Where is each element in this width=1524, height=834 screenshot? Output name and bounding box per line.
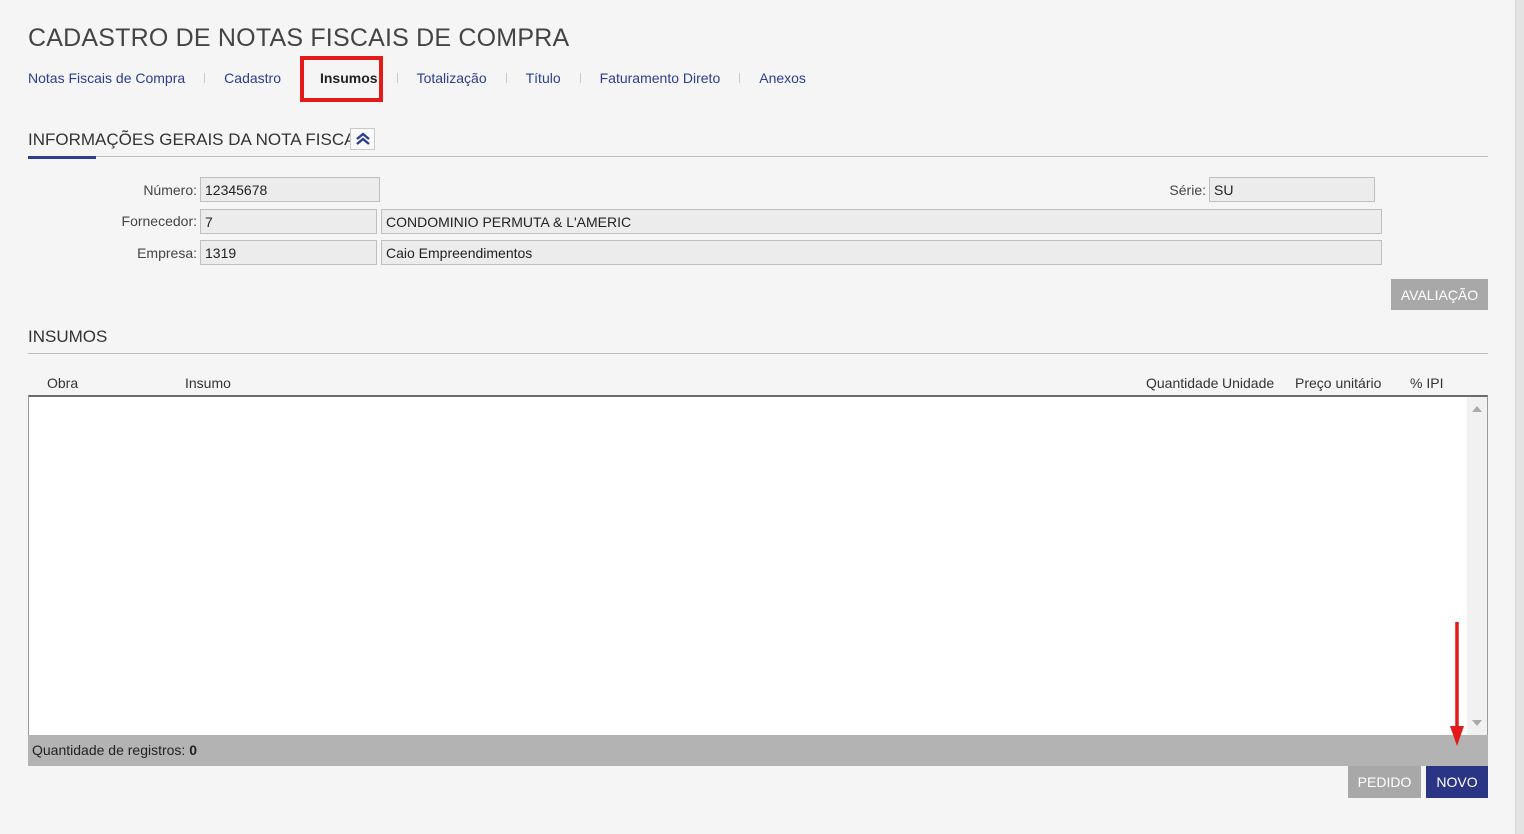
collapse-button[interactable] <box>350 128 375 150</box>
tab-titulo[interactable]: Título <box>526 70 561 86</box>
grid-footer: Quantidade de registros: 0 <box>28 735 1488 766</box>
general-info-heading: INFORMAÇÕES GERAIS DA NOTA FISCAL <box>28 130 365 149</box>
column-header-unidade[interactable]: Unidade <box>1222 375 1274 391</box>
insumos-grid[interactable] <box>28 395 1488 736</box>
tab-notas-fiscais-de-compra[interactable]: Notas Fiscais de Compra <box>28 70 185 86</box>
serie-label: Série: <box>1169 182 1206 198</box>
pedido-button[interactable]: PEDIDO <box>1348 766 1421 798</box>
column-header-quantidade[interactable]: Quantidade <box>1146 375 1218 391</box>
empresa-label: Empresa: <box>137 245 197 261</box>
column-header-obra[interactable]: Obra <box>47 375 78 391</box>
tab-cadastro[interactable]: Cadastro <box>224 70 281 86</box>
fornecedor-name-field[interactable]: CONDOMINIO PERMUTA & L'AMERIC <box>381 209 1382 234</box>
tab-divider <box>204 73 206 83</box>
window-edge <box>1515 0 1524 834</box>
numero-field[interactable]: 12345678 <box>200 177 380 202</box>
record-count-value: 0 <box>189 742 198 758</box>
tab-totalizacao[interactable]: Totalização <box>417 70 487 86</box>
double-chevron-up-icon <box>355 132 370 145</box>
tab-bar: Notas Fiscais de Compra Cadastro Insumos… <box>28 68 806 88</box>
record-count-label: Quantidade de registros: <box>32 742 186 758</box>
section-accent-underline <box>28 156 96 159</box>
tab-divider <box>579 73 581 83</box>
numero-label: Número: <box>143 182 197 198</box>
tab-divider <box>505 73 507 83</box>
empresa-name-field[interactable]: Caio Empreendimentos <box>381 240 1382 265</box>
grid-scrollbar[interactable] <box>1467 397 1487 735</box>
tab-divider <box>739 73 741 83</box>
annotation-highlight-box <box>300 56 383 102</box>
tab-divider <box>396 73 398 83</box>
column-header-preco-unitario[interactable]: Preço unitário <box>1295 375 1381 391</box>
fornecedor-code-field[interactable]: 7 <box>200 209 377 234</box>
tab-faturamento-direto[interactable]: Faturamento Direto <box>600 70 721 86</box>
fornecedor-label: Fornecedor: <box>121 213 197 229</box>
page-title: CADASTRO DE NOTAS FISCAIS DE COMPRA <box>28 24 570 52</box>
column-header-ipi[interactable]: % IPI <box>1410 375 1443 391</box>
tab-anexos[interactable]: Anexos <box>759 70 806 86</box>
scroll-up-icon[interactable] <box>1472 406 1482 412</box>
avaliacao-button[interactable]: AVALIAÇÃO <box>1391 279 1488 310</box>
scroll-down-icon[interactable] <box>1472 720 1482 726</box>
serie-field[interactable]: SU <box>1209 177 1375 202</box>
empresa-code-field[interactable]: 1319 <box>200 240 377 265</box>
column-header-insumo[interactable]: Insumo <box>185 375 231 391</box>
novo-button[interactable]: NOVO <box>1426 766 1488 798</box>
section-divider <box>28 156 1488 157</box>
section-divider <box>28 353 1488 354</box>
insumos-heading: INSUMOS <box>28 327 108 346</box>
annotation-arrow-icon <box>1450 622 1464 746</box>
